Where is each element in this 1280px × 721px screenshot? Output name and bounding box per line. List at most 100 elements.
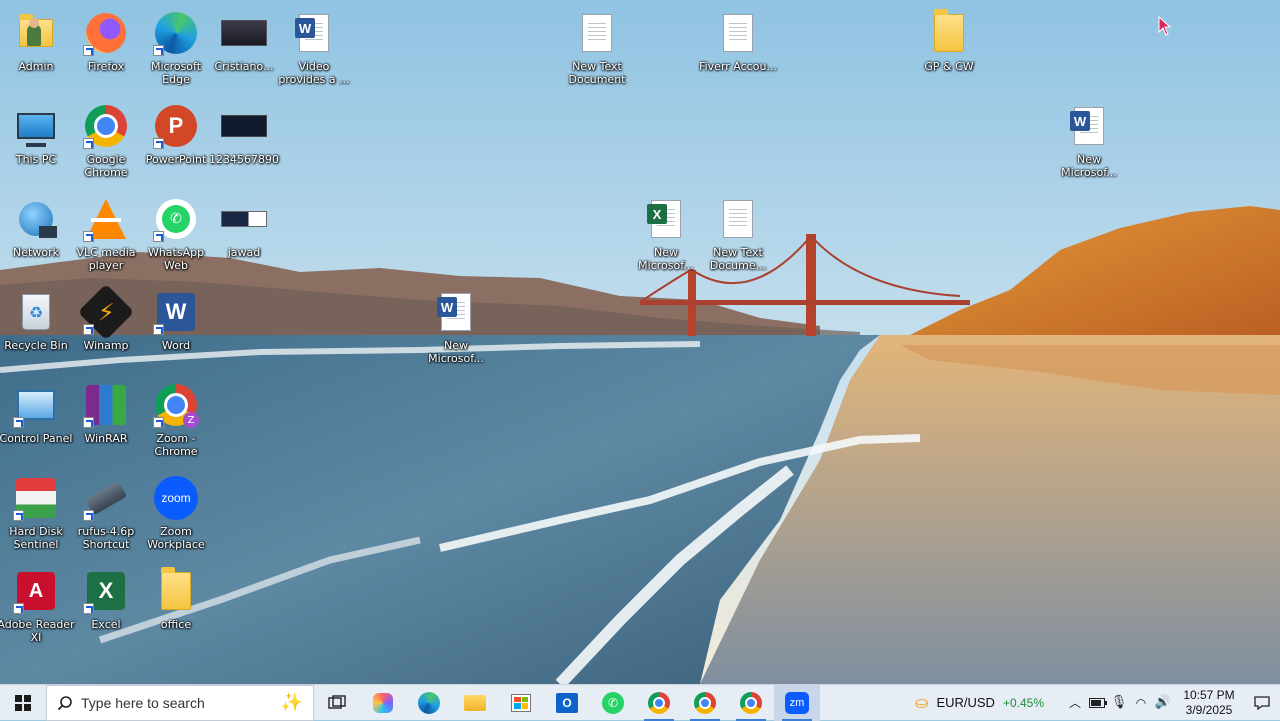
image-thumbnail-icon: [221, 10, 267, 56]
hard-disk-sentinel-icon: [13, 475, 59, 521]
desktop-icon-word[interactable]: W Word: [140, 285, 212, 371]
task-view-button[interactable]: [314, 685, 360, 721]
outlook-icon: O: [556, 692, 578, 713]
microsoft-store-icon: [511, 693, 531, 712]
computer-icon: [13, 103, 59, 149]
taskbar-microsoft-store[interactable]: [498, 685, 544, 721]
powerpoint-icon: P: [153, 103, 199, 149]
desktop-icon-firefox[interactable]: Firefox: [70, 6, 142, 92]
desktop-icon-network[interactable]: Network: [0, 192, 72, 278]
desktop-icon-microsoft-edge[interactable]: Microsoft Edge: [140, 6, 212, 92]
taskbar-chrome[interactable]: [682, 685, 728, 721]
desktop-icon-recycle-bin[interactable]: ♻ Recycle Bin: [0, 285, 72, 371]
desktop-icon-excel[interactable]: X Excel: [70, 564, 142, 650]
winamp-icon: ⚡: [77, 283, 135, 341]
battery-icon[interactable]: [1086, 697, 1108, 708]
clock-date: 3/9/2025: [1185, 702, 1233, 717]
windows-logo-icon: [15, 694, 31, 711]
image-thumbnail-icon: [221, 103, 267, 149]
desktop-icon-zoom-workplace[interactable]: zoom Zoom Workplace: [140, 471, 212, 557]
volume-icon[interactable]: 🔊: [1152, 695, 1174, 710]
whatsapp-icon: ✆: [602, 691, 624, 714]
taskbar-chrome-profile[interactable]: [636, 685, 682, 721]
chrome-zoom-icon: Z: [153, 382, 199, 428]
edge-icon: [153, 10, 199, 56]
text-doc-icon: [574, 10, 620, 56]
chrome-profile-icon: [648, 691, 670, 714]
taskbar-whatsapp[interactable]: ✆: [590, 685, 636, 721]
desktop-icon-rufus[interactable]: rufus-4.6p Shortcut: [70, 471, 142, 557]
folder-icon: [153, 567, 199, 614]
winrar-icon: [83, 382, 129, 428]
desktop-icon-control-panel[interactable]: Control Panel: [0, 378, 72, 464]
desktop-icon-google-chrome[interactable]: Google Chrome: [70, 99, 142, 185]
taskbar-chrome-meet[interactable]: [728, 685, 774, 721]
chrome-meet-icon: [740, 691, 762, 714]
desktop-icon-1234567890[interactable]: 1234567890: [208, 99, 280, 185]
word-doc-icon: W: [291, 10, 337, 56]
desktop-icon-gp-cw[interactable]: GP & CW: [913, 6, 985, 92]
chrome-icon: [83, 103, 129, 149]
taskbar-copilot[interactable]: [360, 685, 406, 721]
word-doc-icon: W: [1066, 103, 1112, 149]
taskbar-search-box[interactable]: Type here to search ✨: [46, 684, 314, 721]
ticker-widget[interactable]: ⛀ EUR/USD +0.45%: [915, 693, 1044, 712]
desktop-icon-new-microsoft-excel[interactable]: X New Microsof...: [630, 192, 702, 278]
taskbar-file-explorer[interactable]: [452, 685, 498, 721]
desktop-icon-new-text-document-2[interactable]: New Text Docume...: [702, 192, 774, 278]
control-panel-icon: [13, 382, 59, 428]
zoom-icon: zm: [785, 691, 809, 714]
taskbar-outlook[interactable]: O: [544, 685, 590, 721]
desktop-icon-adobe-reader[interactable]: A Adobe Reader XI: [0, 564, 75, 650]
desktop-icon-new-microsoft-word-2[interactable]: W New Microsof...: [1053, 99, 1125, 185]
microphone-icon[interactable]: 🎙: [1108, 695, 1130, 710]
desktop-icon-winamp[interactable]: ⚡ Winamp: [70, 283, 142, 371]
system-clock[interactable]: 10:57 PM 3/9/2025: [1174, 688, 1244, 718]
desktop-icon-fiverr-account[interactable]: Fiverr Accou...: [699, 6, 777, 92]
show-hidden-icons-button[interactable]: ︿: [1064, 694, 1086, 711]
desktop-icon-jawad[interactable]: jawad: [208, 192, 280, 278]
desktop-icon-admin[interactable]: Admin: [0, 6, 72, 92]
desktop-icon-winrar[interactable]: WinRAR: [70, 378, 142, 464]
start-button[interactable]: [0, 685, 46, 721]
recycle-bin-icon: ♻: [13, 289, 59, 335]
search-icon: [57, 695, 72, 710]
rufus-icon: [83, 475, 129, 521]
desktop-icon-powerpoint[interactable]: P PowerPoint: [140, 99, 212, 185]
desktop-icon-zoom-chrome[interactable]: Z Zoom - Chrome: [140, 378, 212, 464]
desktop-icon-this-pc[interactable]: This PC: [0, 99, 72, 185]
mouse-cursor-icon: [1158, 16, 1172, 36]
desktop-icon-office-folder[interactable]: office: [140, 564, 212, 650]
taskbar: Type here to search ✨ O ✆ zm ⛀ EUR/USD +…: [0, 684, 1280, 721]
excel-icon: X: [83, 568, 129, 614]
taskbar-zoom[interactable]: zm: [774, 684, 820, 721]
desktop-icon-new-text-document-1[interactable]: New Text Document: [561, 6, 633, 92]
folder-icon: [926, 9, 972, 56]
notification-icon: [1254, 695, 1270, 710]
text-doc-icon: [715, 196, 761, 242]
currency-coins-icon: ⛀: [915, 693, 929, 712]
word-icon: W: [153, 289, 199, 335]
desktop-icon-video-provides[interactable]: W Video provides a ...: [278, 6, 350, 92]
network-icon: [13, 196, 59, 242]
ticker-symbol: EUR/USD: [936, 695, 995, 710]
firefox-icon: [83, 10, 129, 56]
taskbar-edge[interactable]: [406, 685, 452, 721]
edge-icon: [418, 691, 440, 714]
whatsapp-icon: ✆: [153, 196, 199, 242]
desktop-icon-hard-disk-sentinel[interactable]: Hard Disk Sentinel: [0, 471, 72, 557]
desktop-icon-cristiano[interactable]: Cristiano...: [208, 6, 280, 92]
desktop-icon-vlc[interactable]: VLC media player: [70, 192, 142, 278]
user-folder-icon: [13, 10, 59, 56]
wifi-icon[interactable]: ◠: [1130, 696, 1152, 710]
ticker-change: +0.45%: [1002, 695, 1044, 710]
image-thumbnail-icon: [221, 196, 267, 242]
adobe-reader-icon: A: [13, 568, 59, 614]
desktop-icon-whatsapp-web[interactable]: ✆ WhatsApp Web: [140, 192, 212, 278]
action-center-button[interactable]: [1244, 695, 1280, 711]
chevron-up-icon: ︿: [1068, 696, 1081, 710]
search-highlights-icon: ✨: [280, 691, 303, 713]
word-doc-icon: W: [433, 289, 479, 335]
task-view-icon: [328, 694, 346, 709]
desktop-icon-new-microsoft-word-1[interactable]: W New Microsof...: [420, 285, 492, 371]
